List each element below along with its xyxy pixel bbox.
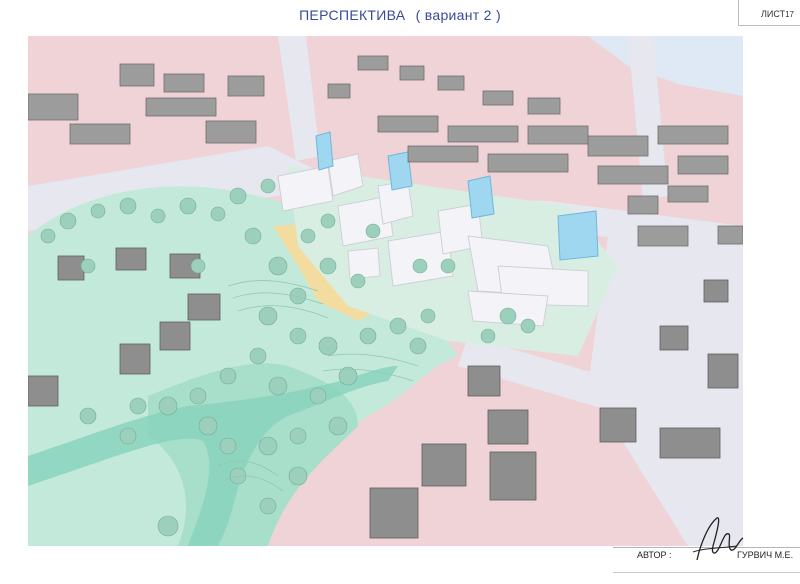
handwritten-signature [692,517,744,561]
variant-text: ( вариант 2 ) [415,7,501,23]
sheet-label: ЛИСТ [761,9,786,19]
sheet-number: 17 [785,10,794,19]
sheet-number-box: ЛИСТ17 [738,0,800,26]
author-label: АВТОР : [637,550,672,560]
author-stamp: АВТОР : ГУРВИЧ М.Е. [603,517,800,584]
site-perspective-illustration [28,36,743,546]
title-text: ПЕРСПЕКТИВА [299,7,406,23]
stamp-bottom-line [613,572,800,573]
author-name: ГУРВИЧ М.Е. [737,550,794,560]
drawing-title: ПЕРСПЕКТИВА ( вариант 2 ) [0,7,800,23]
perspective-rendering [28,36,743,546]
